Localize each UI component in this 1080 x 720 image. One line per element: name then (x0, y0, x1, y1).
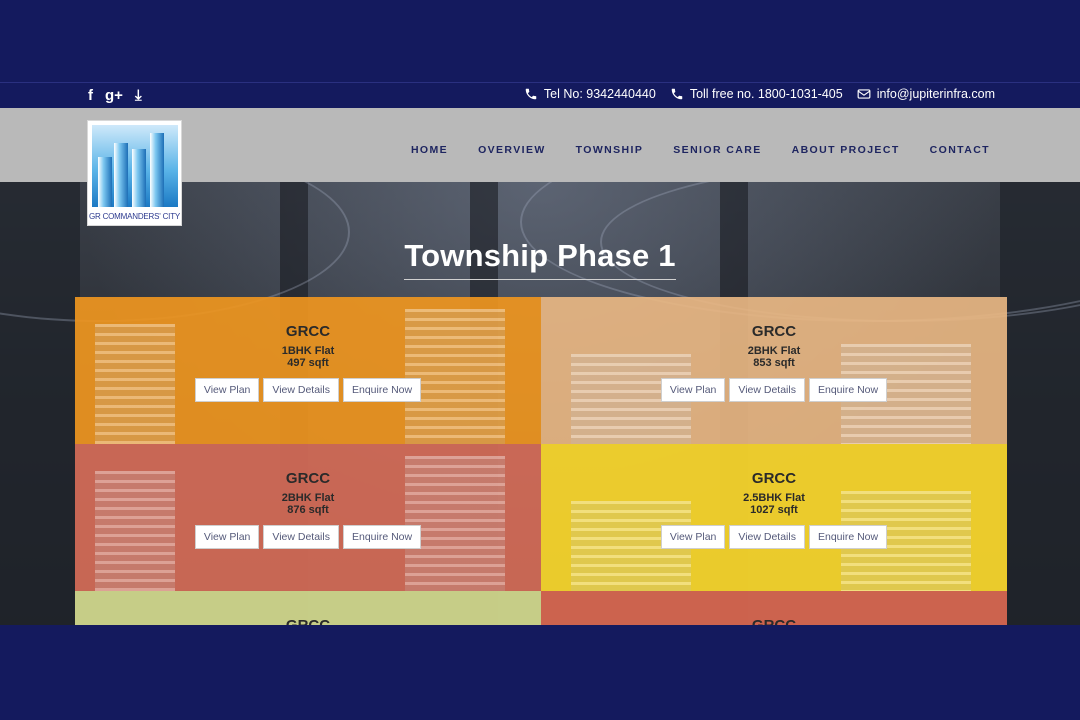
email-item[interactable]: info@jupiterinfra.com (857, 87, 995, 101)
enquire-now-button[interactable]: Enquire Now (808, 378, 888, 402)
card-name: GRCC (541, 617, 1007, 625)
facebook-icon[interactable]: f (88, 87, 93, 105)
page-title: Township Phase 1 (404, 238, 676, 273)
nav-senior-care[interactable]: SENIOR CARE (673, 144, 761, 156)
tollfree-item[interactable]: Toll free no. 1800-1031-405 (670, 87, 843, 101)
logo-caption: GR COMMANDERS' CITY (88, 212, 181, 221)
card-name: GRCC (75, 617, 541, 625)
card-size: 876 sqft (287, 504, 329, 516)
contact-info: Tel No: 9342440440 Toll free no. 1800-10… (524, 87, 995, 101)
tel-text: Tel No: 9342440440 (543, 87, 656, 101)
enquire-now-button[interactable]: Enquire Now (342, 378, 422, 402)
card-type: 2.5BHK Flat (743, 492, 805, 504)
card-size: 853 sqft (753, 357, 795, 369)
phone-icon (671, 88, 683, 100)
download-icon[interactable]: ⤓ (135, 87, 142, 105)
card-name: GRCC (751, 470, 797, 487)
view-plan-button[interactable]: View Plan (194, 378, 260, 402)
nav-overview[interactable]: OVERVIEW (478, 144, 546, 156)
logo-graphic (92, 125, 178, 207)
flat-card: GRCC 2BHK Flat 853 sqft View Plan View D… (541, 297, 1007, 444)
email-text: info@jupiterinfra.com (876, 87, 995, 101)
tollfree-text: Toll free no. 1800-1031-405 (689, 87, 843, 101)
card-name: GRCC (285, 470, 331, 487)
view-plan-button[interactable]: View Plan (194, 525, 260, 549)
card-size: 1027 sqft (750, 504, 798, 516)
enquire-now-button[interactable]: Enquire Now (342, 525, 422, 549)
card-type: 1BHK Flat (281, 345, 335, 357)
phone-icon (525, 88, 537, 100)
view-details-button[interactable]: View Details (729, 525, 805, 549)
site-logo[interactable]: GR COMMANDERS' CITY (87, 120, 182, 226)
main-nav: HOME OVERVIEW TOWNSHIP SENIOR CARE ABOUT… (411, 144, 990, 156)
nav-township[interactable]: TOWNSHIP (576, 144, 644, 156)
bottom-frame-band (0, 625, 1080, 720)
flat-card: GRCC (75, 591, 541, 625)
site-header: GR COMMANDERS' CITY HOME OVERVIEW TOWNSH… (0, 108, 1080, 226)
card-type: 2BHK Flat (281, 492, 335, 504)
flat-card: GRCC (541, 591, 1007, 625)
card-size: 497 sqft (287, 357, 329, 369)
view-plan-button[interactable]: View Plan (660, 525, 726, 549)
view-details-button[interactable]: View Details (729, 378, 805, 402)
top-frame-band (0, 0, 1080, 82)
tel-item[interactable]: Tel No: 9342440440 (524, 87, 656, 101)
title-underline (404, 279, 676, 280)
view-details-button[interactable]: View Details (263, 525, 339, 549)
google-plus-icon[interactable]: g+ (105, 87, 123, 105)
card-name: GRCC (751, 323, 797, 340)
view-plan-button[interactable]: View Plan (660, 378, 726, 402)
nav-contact[interactable]: CONTACT (930, 144, 990, 156)
envelope-icon (857, 89, 871, 99)
enquire-now-button[interactable]: Enquire Now (808, 525, 888, 549)
flat-card: GRCC 2BHK Flat 876 sqft View Plan View D… (75, 444, 541, 591)
flat-card: GRCC 2.5BHK Flat 1027 sqft View Plan Vie… (541, 444, 1007, 591)
nav-about-project[interactable]: ABOUT PROJECT (792, 144, 900, 156)
flat-cards-grid: GRCC 1BHK Flat 497 sqft View Plan View D… (75, 297, 1007, 625)
social-links: f g+ ⤓ (88, 87, 142, 105)
card-name: GRCC (285, 323, 331, 340)
flat-card: GRCC 1BHK Flat 497 sqft View Plan View D… (75, 297, 541, 444)
nav-home[interactable]: HOME (411, 144, 448, 156)
top-contact-bar: f g+ ⤓ Tel No: 9342440440 Toll free no. … (0, 82, 1080, 108)
view-details-button[interactable]: View Details (263, 378, 339, 402)
card-type: 2BHK Flat (747, 345, 801, 357)
